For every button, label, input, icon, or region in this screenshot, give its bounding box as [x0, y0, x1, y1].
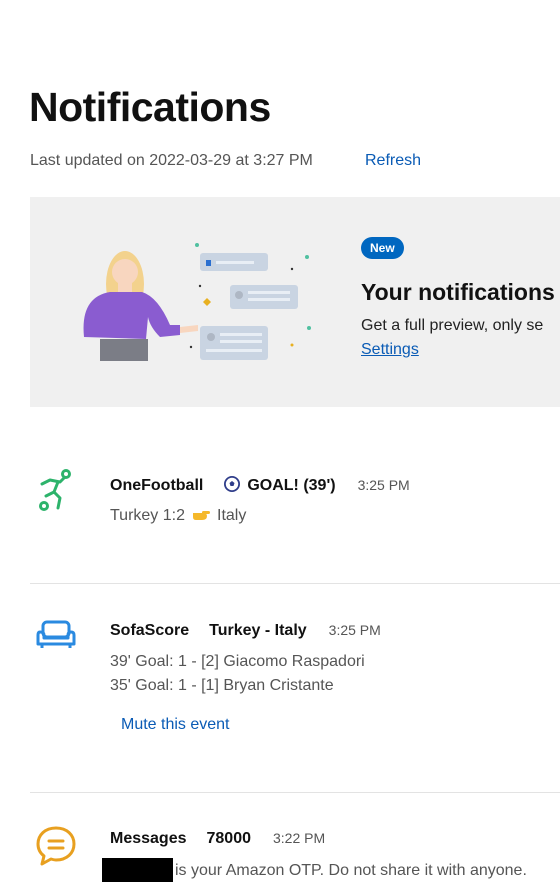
notification-body: is your Amazon OTP. Do not share it with…: [102, 858, 527, 883]
last-updated-text: Last updated on 2022-03-29 at 3:27 PM: [30, 152, 313, 169]
notification-body: Turkey 1:2 Italy: [110, 507, 247, 524]
divider: [30, 792, 560, 793]
pointing-hand-icon: [193, 511, 210, 520]
notification-time: 3:22 PM: [273, 830, 326, 846]
refresh-link[interactable]: Refresh: [365, 152, 421, 170]
notification-header: OneFootball GOAL! (39') 3:25 PM: [110, 475, 410, 495]
notification-body: 39' Goal: 1 - [2] Giacomo Raspadori 35' …: [110, 653, 365, 694]
notifications-promo-banner: New Your notifications Get a full previe…: [30, 197, 560, 407]
app-name: Messages: [110, 830, 187, 847]
notification-header: SofaScore Turkey - Italy 3:25 PM: [110, 622, 381, 640]
mute-event-link[interactable]: Mute this event: [121, 716, 230, 734]
soccer-ball-icon: [224, 476, 241, 492]
chat-bubble-icon: [36, 826, 76, 866]
banner-description: Get a full preview, only se: [361, 317, 544, 334]
notification-header: Messages 78000 3:22 PM: [110, 830, 325, 848]
notification-subject: GOAL! (39'): [223, 475, 336, 495]
notification-time: 3:25 PM: [357, 477, 410, 493]
notification-time: 3:25 PM: [328, 622, 381, 638]
page-title: Notifications: [29, 84, 271, 130]
last-updated-row: Last updated on 2022-03-29 at 3:27 PM Re…: [30, 152, 421, 170]
app-name: OneFootball: [110, 477, 204, 494]
notification-subject: 78000: [206, 830, 252, 847]
redacted-code: [102, 858, 173, 882]
settings-link[interactable]: Settings: [361, 341, 419, 359]
woman-illustration-icon: [83, 243, 311, 361]
divider: [30, 583, 560, 584]
new-badge: New: [361, 237, 404, 259]
sofa-icon: [36, 620, 76, 648]
soccer-player-icon: [39, 469, 71, 511]
banner-title: Your notifications: [361, 279, 555, 305]
app-name: SofaScore: [110, 622, 190, 639]
notification-subject: Turkey - Italy: [209, 622, 307, 639]
